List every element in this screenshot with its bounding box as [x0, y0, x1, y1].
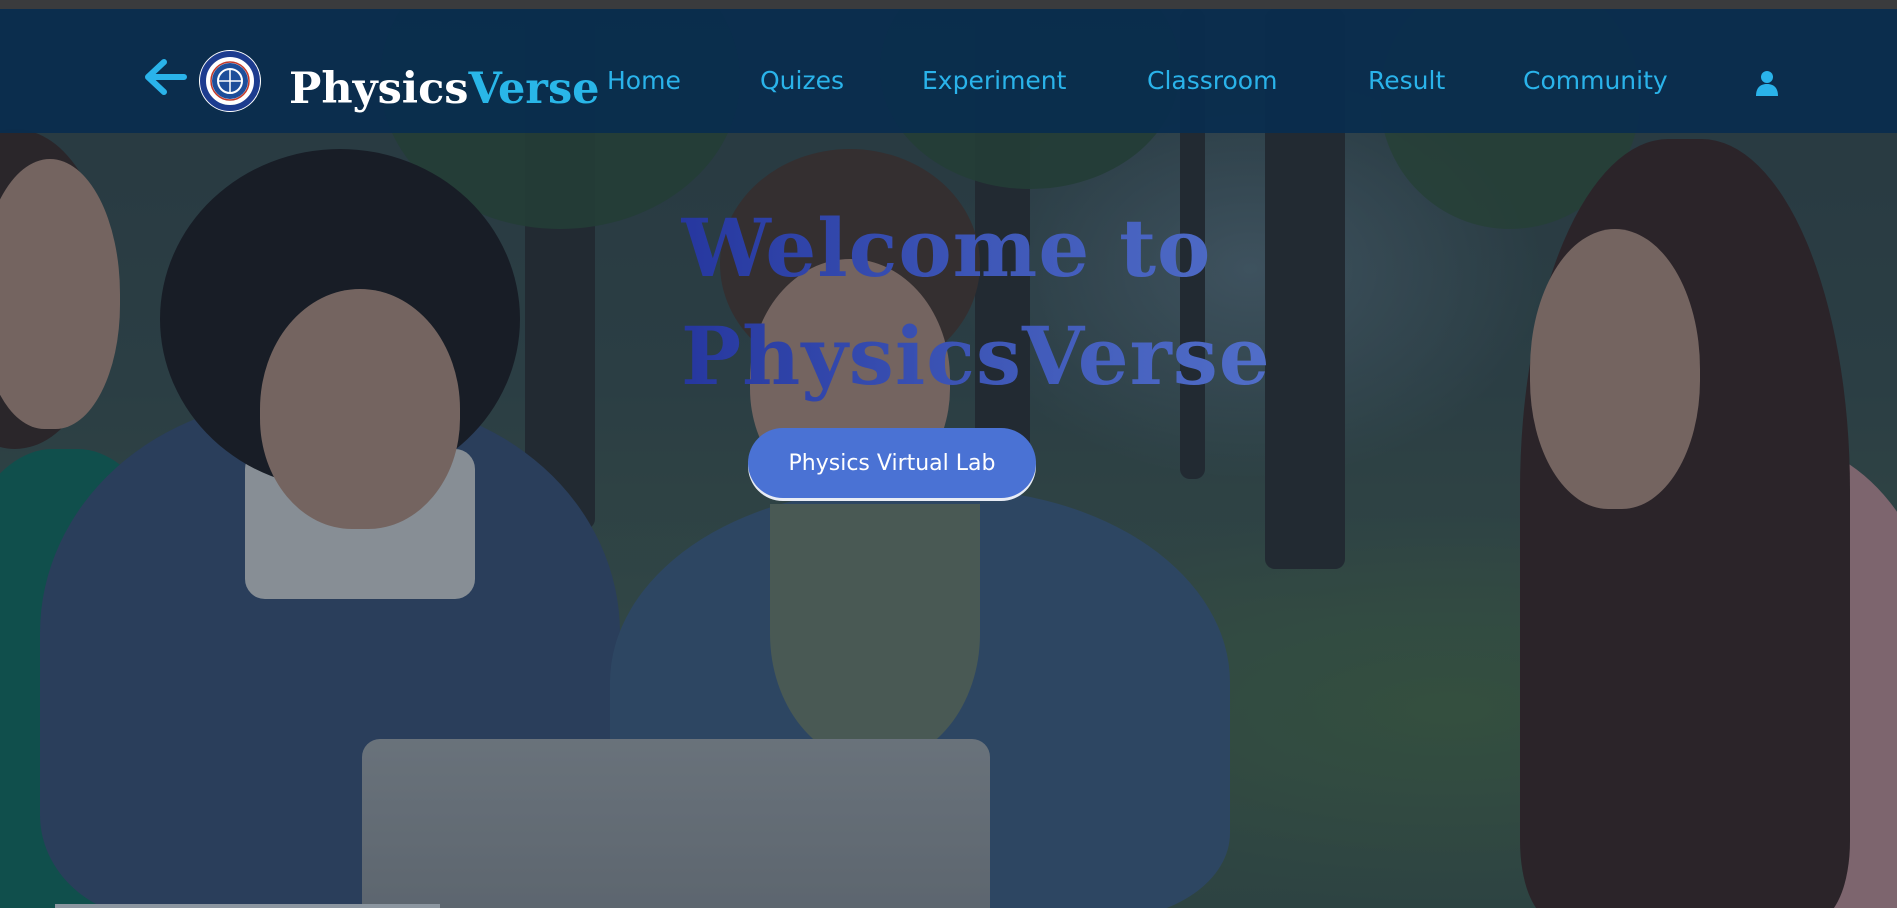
- arrow-left-icon[interactable]: [144, 57, 188, 97]
- brand-part-2: Verse: [468, 64, 600, 114]
- user-icon[interactable]: [1755, 70, 1779, 96]
- scroll-indicator: [55, 904, 440, 908]
- brand-logo-text[interactable]: PhysicsVerse: [289, 59, 600, 119]
- window-top-strip: [0, 0, 1897, 9]
- hero-title-line-2: PhysicsVerse: [681, 309, 1271, 403]
- nav-home[interactable]: Home: [607, 61, 681, 101]
- nav-classroom[interactable]: Classroom: [1147, 61, 1277, 101]
- university-seal-icon[interactable]: [199, 50, 261, 112]
- nav-experiment[interactable]: Experiment: [922, 61, 1066, 101]
- navbar: PhysicsVerse Home Quizes Experiment Clas…: [0, 9, 1897, 133]
- nav-community[interactable]: Community: [1523, 61, 1668, 101]
- nav-result[interactable]: Result: [1368, 61, 1445, 101]
- brand-part-1: Physics: [289, 64, 469, 114]
- physics-virtual-lab-button[interactable]: Physics Virtual Lab: [748, 428, 1036, 498]
- nav-quizes[interactable]: Quizes: [760, 61, 844, 101]
- hero-title: Welcome to PhysicsVerse: [681, 194, 1381, 410]
- hero-title-line-1: Welcome to: [681, 201, 1212, 295]
